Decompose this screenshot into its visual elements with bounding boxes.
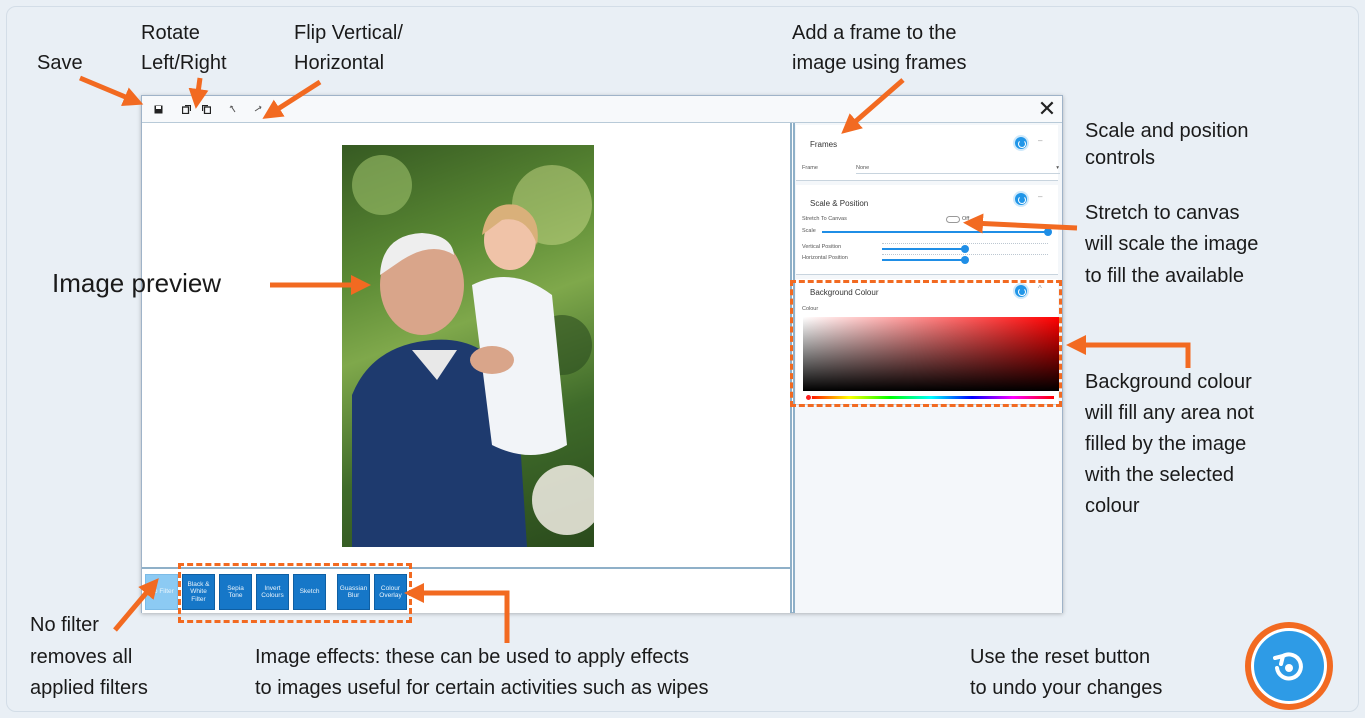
horizontal-position-label: Horizontal Position xyxy=(802,255,848,261)
reset-annotation-line2: to undo your changes xyxy=(970,677,1163,699)
save-arrow xyxy=(79,75,144,106)
background-colour-title: Background Colour xyxy=(810,288,879,297)
effects-annotation-line2: to images useful for certain activities … xyxy=(255,677,709,699)
frame-annotation-line2: image using frames xyxy=(792,52,967,74)
rotate-annotation-line1: Rotate xyxy=(141,22,200,44)
scale-position-card: Scale & Position – Stretch To Canvas Off… xyxy=(796,185,1058,275)
vertical-position-slider-thumb[interactable] xyxy=(961,245,969,253)
hue-slider[interactable] xyxy=(808,396,1054,399)
nofilter-annotation-line2: removes all xyxy=(30,646,133,668)
frames-title: Frames xyxy=(810,140,838,149)
vertical-position-slider[interactable] xyxy=(882,248,965,250)
frame-select-value: None xyxy=(856,165,870,171)
stretch-annotation-line3: to fill the available xyxy=(1085,265,1244,287)
save-icon[interactable] xyxy=(150,101,166,117)
background-colour-card: Background Colour ^ Colour xyxy=(796,279,1059,405)
nofilter-annotation-line3: applied filters xyxy=(30,677,148,699)
stretch-to-canvas-label: Stretch To Canvas xyxy=(802,216,847,222)
vertical-position-label: Vertical Position xyxy=(802,244,842,250)
frames-card: Frames – Frame None ▾ xyxy=(796,125,1060,181)
scale-reset-button[interactable] xyxy=(1013,191,1029,207)
bg-annotation-line2: will fill any area not xyxy=(1085,402,1254,424)
horizontal-position-slider-thumb[interactable] xyxy=(961,256,969,264)
filter-bar: No Filter Black & White Filter Sepia Ton… xyxy=(142,569,792,613)
close-button[interactable]: ✕ xyxy=(1036,97,1058,121)
filter-black-white-button[interactable]: Black & White Filter xyxy=(182,574,215,610)
stretch-toggle-state: Off xyxy=(962,216,970,222)
scale-annotation-line1: Scale and position xyxy=(1085,120,1249,142)
bg-annotation-line4: with the selected xyxy=(1085,464,1234,486)
frame-label: Frame xyxy=(802,165,818,171)
rotate-annotation-line2: Left/Right xyxy=(141,52,227,74)
filter-colour-overlay-button[interactable]: Colour Overlay xyxy=(374,574,407,610)
side-panel: Frames – Frame None ▾ Scale & Position –… xyxy=(793,123,1062,613)
rotate-left-icon[interactable] xyxy=(178,101,194,117)
save-annotation: Save xyxy=(37,52,83,74)
filter-no-filter-button[interactable]: No Filter xyxy=(145,574,178,610)
colour-label: Colour xyxy=(802,306,819,312)
stretch-to-canvas-toggle[interactable] xyxy=(946,216,960,223)
chevron-down-icon: ▾ xyxy=(1056,165,1059,171)
hue-slider-thumb[interactable] xyxy=(805,394,812,401)
bg-annotation-line1: Background colour xyxy=(1085,371,1252,393)
nofilter-annotation-line1: No filter xyxy=(30,614,99,636)
background-arrow xyxy=(1066,335,1191,368)
flip-annotation-line1: Flip Vertical/ xyxy=(294,22,403,44)
scale-collapse-icon[interactable]: – xyxy=(1038,192,1042,201)
background-collapse-icon[interactable]: ^ xyxy=(1038,284,1042,293)
photo-illustration xyxy=(352,155,594,547)
toolbar: ✕ xyxy=(142,96,1062,123)
frames-reset-button[interactable] xyxy=(1013,135,1029,151)
reset-button-ring xyxy=(1251,628,1327,704)
scale-position-title: Scale & Position xyxy=(810,199,869,208)
background-reset-button[interactable] xyxy=(1013,283,1029,299)
reset-icon xyxy=(1254,631,1324,701)
frames-collapse-icon[interactable]: – xyxy=(1038,136,1042,145)
filter-invert-button[interactable]: Invert Colours xyxy=(256,574,289,610)
frame-annotation-line1: Add a frame to the xyxy=(792,22,957,44)
bg-annotation-line5: colour xyxy=(1085,495,1140,517)
stretch-annotation-line1: Stretch to canvas xyxy=(1085,202,1240,224)
flip-horizontal-icon[interactable] xyxy=(250,101,266,117)
flip-annotation-line2: Horizontal xyxy=(294,52,385,74)
scale-slider[interactable] xyxy=(822,231,1048,233)
scale-slider-thumb[interactable] xyxy=(1044,228,1052,236)
bg-annotation-line3: filled by the image xyxy=(1085,433,1247,455)
image-preview-area xyxy=(142,123,792,569)
frame-select[interactable]: None ▾ xyxy=(856,165,1060,174)
scale-annotation-line2: controls xyxy=(1085,147,1156,169)
colour-picker-field[interactable] xyxy=(803,317,1059,391)
preview-photo xyxy=(342,145,594,547)
filter-sketch-button[interactable]: Sketch xyxy=(293,574,326,610)
effects-annotation-line1: Image effects: these can be used to appl… xyxy=(255,646,689,668)
horizontal-position-slider[interactable] xyxy=(882,259,965,261)
rotate-right-icon[interactable] xyxy=(198,101,214,117)
stretch-annotation-line2: will scale the image xyxy=(1085,233,1259,255)
reset-button[interactable] xyxy=(1245,622,1333,710)
image-editor-window: ✕ No Filter Black & White Filter Sepia T… xyxy=(141,95,1063,613)
image-preview-annotation: Image preview xyxy=(52,268,222,298)
flip-vertical-icon[interactable] xyxy=(225,101,241,117)
reset-annotation-line1: Use the reset button xyxy=(970,646,1151,668)
scale-label: Scale xyxy=(802,228,816,234)
filter-gaussian-blur-button[interactable]: Guassian Blur xyxy=(337,574,370,610)
filter-sepia-button[interactable]: Sepia Tone xyxy=(219,574,252,610)
